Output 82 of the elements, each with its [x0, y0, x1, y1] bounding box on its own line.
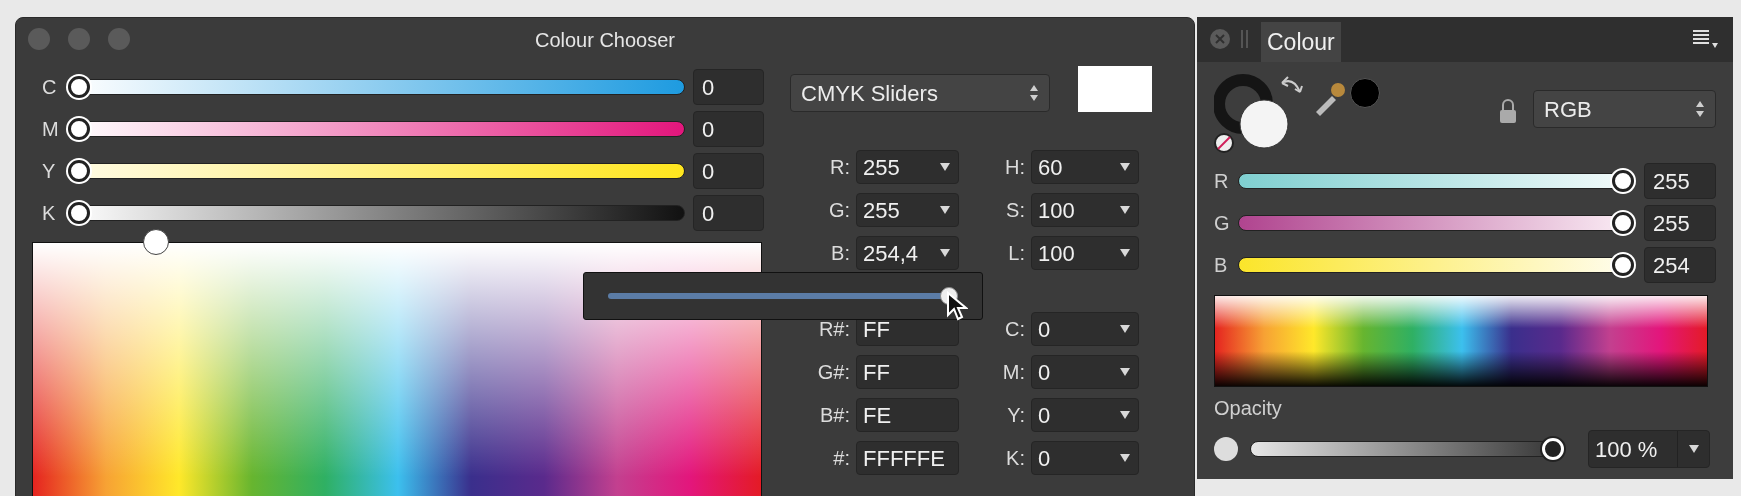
- slider-track[interactable]: [1238, 252, 1634, 278]
- slider-label: R: [1214, 169, 1230, 194]
- menu-icon[interactable]: [1691, 28, 1719, 50]
- field-label: R#:: [817, 317, 850, 342]
- colour-spectrum[interactable]: [1214, 295, 1708, 387]
- value-field[interactable]: 255: [1644, 205, 1716, 241]
- field-label: L:: [1007, 241, 1025, 266]
- field-label: B:: [830, 241, 850, 266]
- value-dropdown[interactable]: 60: [1031, 150, 1139, 184]
- slider-track[interactable]: [68, 116, 685, 142]
- caret-icon: [1120, 411, 1130, 419]
- caret-icon: [940, 163, 950, 171]
- opacity-dropdown[interactable]: 100 %: [1588, 430, 1710, 468]
- slider-track[interactable]: [1250, 436, 1564, 462]
- slider-thumb[interactable]: [1612, 212, 1634, 234]
- slider-track[interactable]: [608, 286, 958, 306]
- opacity-label: Opacity: [1214, 396, 1283, 421]
- caret-icon: [1120, 249, 1130, 257]
- slider-track[interactable]: [68, 158, 685, 184]
- model-dropdown[interactable]: RGB: [1533, 90, 1716, 128]
- field-label: G:: [827, 198, 850, 223]
- slider-thumb[interactable]: [68, 118, 90, 140]
- caret-icon: [1688, 445, 1699, 453]
- slider-thumb[interactable]: [68, 202, 90, 224]
- caret-icon: [940, 206, 950, 214]
- caret-icon: [1120, 163, 1130, 171]
- value-dropdown[interactable]: 0: [1031, 312, 1139, 346]
- value-field[interactable]: 0: [693, 153, 764, 189]
- field-label: S:: [1005, 198, 1025, 223]
- field-label: H:: [1004, 155, 1025, 180]
- value-dropdown[interactable]: 100: [1031, 236, 1139, 270]
- slider-label: B: [1214, 253, 1229, 278]
- slider-label: K: [41, 201, 57, 226]
- stepper-icon: [1029, 84, 1039, 102]
- value-dropdown[interactable]: 254,4: [856, 236, 959, 270]
- value-field[interactable]: FF: [856, 355, 959, 389]
- value-field[interactable]: 0: [693, 195, 764, 231]
- value-dropdown[interactable]: 0: [1031, 398, 1139, 432]
- slider-track[interactable]: [68, 200, 685, 226]
- mode-dropdown[interactable]: CMYK Sliders: [790, 74, 1050, 112]
- value-dropdown[interactable]: 255: [856, 150, 959, 184]
- value-field[interactable]: 0: [693, 69, 764, 105]
- value-dropdown[interactable]: 255: [856, 193, 959, 227]
- field-label: M:: [1001, 360, 1025, 385]
- caret-icon: [940, 249, 950, 257]
- value-dropdown[interactable]: 0: [1031, 441, 1139, 475]
- window-title: Colour Chooser: [534, 28, 676, 53]
- slider-label: G: [1214, 211, 1231, 236]
- caret-icon: [1120, 368, 1130, 376]
- slider-label: C: [41, 75, 58, 100]
- stepper-icon: [1695, 100, 1705, 118]
- slider-thumb[interactable]: [1612, 170, 1634, 192]
- value-field[interactable]: 255: [1644, 163, 1716, 199]
- field-label: C:: [1004, 317, 1025, 342]
- field-label: K:: [1005, 446, 1025, 471]
- field-label: #:: [832, 446, 850, 471]
- value-field[interactable]: 0: [693, 111, 764, 147]
- field-label: R:: [829, 155, 850, 180]
- slider-thumb[interactable]: [68, 160, 90, 182]
- slider-thumb[interactable]: [68, 76, 90, 98]
- value-field[interactable]: 254: [1644, 247, 1716, 283]
- lock-icon[interactable]: [1499, 98, 1517, 124]
- slider-thumb[interactable]: [1612, 254, 1634, 276]
- spectrum-thumb[interactable]: [143, 229, 170, 255]
- value-field[interactable]: FFFFFE: [856, 441, 959, 475]
- colour-spectrum[interactable]: [32, 242, 762, 496]
- field-label: G#:: [816, 360, 850, 385]
- value-dropdown[interactable]: 100: [1031, 193, 1139, 227]
- value-field[interactable]: FE: [856, 398, 959, 432]
- field-label: B#:: [818, 403, 850, 428]
- value-dropdown[interactable]: 0: [1031, 355, 1139, 389]
- grip-icon[interactable]: [1241, 30, 1249, 48]
- caret-icon: [1120, 325, 1130, 333]
- slider-track[interactable]: [1238, 210, 1634, 236]
- caret-icon: [1120, 206, 1130, 214]
- caret-icon: [1120, 454, 1130, 462]
- slider-track[interactable]: [1238, 168, 1634, 194]
- panel-tab[interactable]: Colour: [1261, 22, 1341, 62]
- slider-label: M: [41, 117, 60, 142]
- field-label: Y:: [1006, 403, 1025, 428]
- slider-label: Y: [41, 159, 57, 184]
- slider-track[interactable]: [68, 74, 685, 100]
